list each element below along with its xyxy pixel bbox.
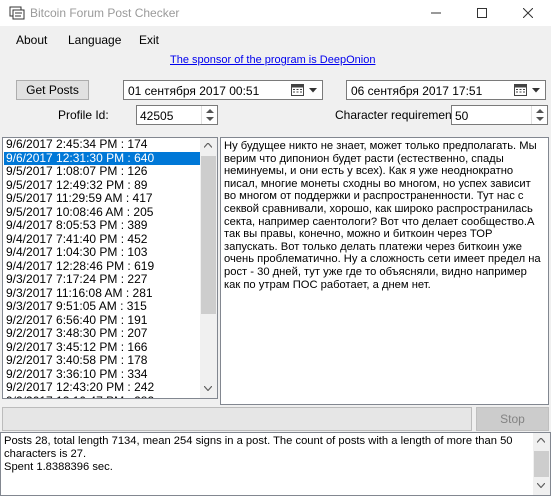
date-to-picker[interactable]: 06 сентября 2017 17:51 (346, 80, 546, 100)
title-bar: Bitcoin Forum Post Checker (0, 0, 551, 26)
progress-bar (2, 407, 472, 431)
stepper-arrows[interactable] (531, 106, 547, 124)
scroll-thumb[interactable] (534, 451, 549, 477)
post-list[interactable]: 9/6/2017 2:45:34 PM : 174 9/6/2017 12:31:… (2, 137, 218, 399)
chevron-down-icon (309, 88, 317, 93)
status-time: Spent 1.8388396 sec. (4, 461, 113, 473)
list-item[interactable]: 9/5/2017 11:29:59 AM : 417 (4, 191, 202, 206)
minimize-icon (431, 12, 441, 14)
post-text: Ну будущее никто не знает, может только … (224, 140, 541, 291)
list-item[interactable]: 9/4/2017 1:04:30 PM : 103 (4, 245, 202, 260)
list-item[interactable]: 9/5/2017 12:49:32 PM : 89 (4, 178, 202, 193)
menu-language[interactable]: Language (68, 33, 121, 47)
chevron-up-icon (204, 143, 212, 148)
post-list-scrollbar[interactable] (200, 138, 217, 398)
scroll-down-arrow[interactable] (533, 478, 550, 495)
chevron-down-icon (532, 88, 540, 93)
date-from-picker[interactable]: 01 сентября 2017 00:51 (123, 80, 323, 100)
sponsor-link[interactable]: The sponsor of the program is DeepOnion (170, 54, 375, 66)
scroll-thumb[interactable] (201, 156, 216, 314)
list-item[interactable]: 9/2/2017 3:40:58 PM : 178 (4, 353, 202, 368)
character-requirement-value: 50 (455, 109, 469, 123)
list-item[interactable]: 9/5/2017 10:08:46 AM : 205 (4, 205, 202, 220)
arrow-up-icon[interactable] (536, 109, 544, 113)
list-item[interactable]: 9/2/2017 3:36:10 PM : 334 (4, 367, 202, 382)
list-item[interactable]: 9/3/2017 9:51:05 AM : 315 (4, 299, 202, 314)
list-item[interactable]: 9/4/2017 7:41:40 PM : 452 (4, 232, 202, 247)
date-from-value: 01 сентября 2017 00:51 (128, 84, 260, 98)
close-button[interactable] (505, 0, 551, 26)
chevron-down-icon (204, 386, 212, 391)
maximize-button[interactable] (459, 0, 505, 26)
calendar-icon (291, 84, 304, 96)
post-list-items: 9/6/2017 2:45:34 PM : 174 9/6/2017 12:31:… (4, 138, 202, 398)
menu-bar: About Language Exit (0, 28, 551, 50)
scroll-up-arrow[interactable] (200, 138, 217, 155)
status-pane[interactable]: Posts 28, total length 7134, mean 254 si… (0, 432, 551, 496)
list-item[interactable]: 9/2/2017 12:43:20 PM : 242 (4, 380, 202, 395)
arrow-down-icon[interactable] (206, 117, 214, 121)
arrow-up-icon[interactable] (206, 109, 214, 113)
scroll-down-arrow[interactable] (200, 381, 217, 398)
status-scrollbar[interactable] (533, 433, 550, 495)
list-item[interactable]: 9/6/2017 2:45:34 PM : 174 (4, 138, 202, 152)
arrow-down-icon[interactable] (536, 117, 544, 121)
profile-id-label: Profile Id: (58, 108, 109, 122)
maximize-icon (477, 8, 487, 18)
close-icon (523, 8, 533, 18)
chevron-up-icon (537, 438, 545, 443)
app-icon (9, 6, 25, 20)
list-item[interactable]: 9/5/2017 1:08:07 PM : 126 (4, 164, 202, 179)
list-item[interactable]: 9/2/2017 6:56:40 PM : 191 (4, 313, 202, 328)
get-posts-button[interactable]: Get Posts (16, 80, 89, 100)
stepper-arrows[interactable] (201, 106, 217, 124)
list-item[interactable]: 9/4/2017 12:28:46 PM : 619 (4, 259, 202, 274)
profile-id-value: 42505 (140, 109, 174, 123)
list-item[interactable]: 9/4/2017 8:05:53 PM : 389 (4, 218, 202, 233)
list-item[interactable]: 9/2/2017 12:10:47 PM : 282 (4, 394, 202, 398)
list-item[interactable]: 9/3/2017 7:17:24 PM : 227 (4, 272, 202, 287)
window-title: Bitcoin Forum Post Checker (30, 6, 180, 20)
menu-about[interactable]: About (16, 33, 47, 47)
post-text-pane[interactable]: Ну будущее никто не знает, может только … (220, 137, 549, 405)
stop-button[interactable]: Stop (476, 407, 549, 431)
list-item[interactable]: 9/6/2017 12:31:30 PM : 640 (4, 151, 202, 165)
menu-exit[interactable]: Exit (139, 33, 159, 47)
character-requirement-stepper[interactable]: 50 (451, 105, 548, 125)
date-to-value: 06 сентября 2017 17:51 (351, 84, 483, 98)
scroll-up-arrow[interactable] (533, 433, 550, 450)
list-item[interactable]: 9/2/2017 3:45:12 PM : 166 (4, 340, 202, 355)
profile-id-stepper[interactable]: 42505 (136, 105, 218, 125)
list-item[interactable]: 9/2/2017 3:48:30 PM : 207 (4, 326, 202, 341)
chevron-down-icon (537, 483, 545, 488)
list-item[interactable]: 9/3/2017 11:16:08 AM : 281 (4, 286, 202, 301)
character-requirement-label: Character requirement: (335, 108, 459, 122)
calendar-icon (514, 84, 527, 96)
minimize-button[interactable] (413, 0, 459, 26)
status-summary: Posts 28, total length 7134, mean 254 si… (4, 435, 513, 460)
